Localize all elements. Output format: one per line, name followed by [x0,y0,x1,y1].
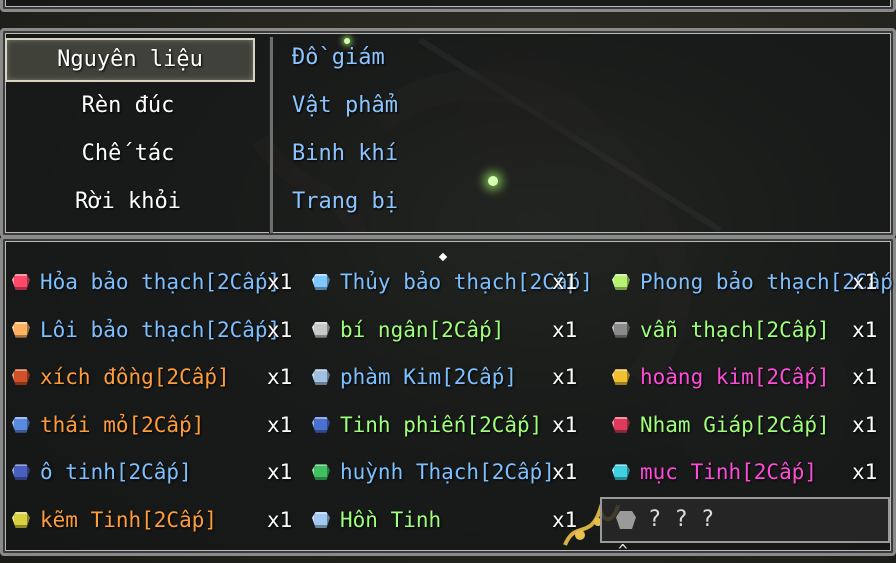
gem-icon [312,321,330,338]
command-label: Nguyên liệu [57,47,203,72]
item-entry[interactable]: mục Tinh[2Cấp] x1 [612,452,896,492]
item-name: phàm Kim[2Cấp] [340,365,518,390]
item-quantity: x1 [267,460,293,485]
item-name: Hỏa bảo thạch[2Cấp] [40,270,281,294]
item-entry[interactable]: thái mỏ[2Cấp] x1 [12,405,297,445]
light-spark [344,38,350,44]
item-name: vẫn thạch[2Cấp] [640,317,830,342]
item-name: kẽm Tinh[2Cấp] [40,508,218,532]
command-che-tac[interactable]: Chế tác [5,134,251,174]
gem-icon [612,464,630,481]
gem-icon [12,512,30,528]
gem-icon [12,464,30,481]
gem-icon [312,416,330,433]
chevron-up-icon[interactable]: ^ [618,541,628,560]
category-trang-bi[interactable]: Trang bị [292,182,398,222]
gem-icon [312,274,330,290]
item-entry[interactable]: Lôi bảo thạch[2Cấp] x1 [12,310,297,350]
gem-icon [312,369,330,386]
command-ren-duc[interactable]: Rèn đúc [5,86,251,126]
item-name: Lôi bảo thạch[2Cấp] [40,317,281,342]
item-name: bí ngân[2Cấp] [340,317,505,342]
item-quantity: x1 [852,317,878,342]
item-quantity: x1 [267,317,293,342]
item-name: mục Tinh[2Cấp] [640,460,818,485]
command-label: Rèn đúc [81,93,175,118]
category-do-giam[interactable]: Đồ giám [292,38,385,78]
item-preview-box: ? ? ? [600,497,890,543]
item-quantity: x1 [852,365,878,390]
item-quantity: x1 [267,412,293,437]
command-divider [269,37,273,233]
command-roi-khoi[interactable]: Rời khỏi [5,182,251,222]
item-entry[interactable]: Tinh phiến[2Cấp] x1 [312,405,597,445]
gem-icon [612,274,630,290]
item-quantity: x1 [852,270,878,294]
item-entry[interactable]: hoàng kim[2Cấp] x1 [612,357,896,397]
item-quantity: x1 [552,365,578,390]
item-quantity: x1 [267,508,293,532]
item-entry[interactable]: Phong bảo thạch[2Cấp] x1 [612,262,896,302]
item-entry[interactable]: kẽm Tinh[2Cấp] x1 [12,500,297,540]
item-quantity: x1 [552,460,578,485]
item-entry[interactable]: phàm Kim[2Cấp] x1 [312,357,597,397]
item-name: Tinh phiến[2Cấp] [340,412,543,437]
gem-icon [12,321,30,338]
item-entry[interactable]: huỳnh Thạch[2Cấp] x1 [312,452,597,492]
gem-icon [312,512,330,528]
category-binh-khi[interactable]: Binh khí [292,134,398,174]
command-nguyen-lieu[interactable]: Nguyên liệu [5,38,255,82]
item-quantity: x1 [552,270,578,294]
item-name: xích đồng[2Cấp] [40,365,230,390]
item-name: thái mỏ[2Cấp] [40,412,205,437]
item-entry[interactable]: Hồn Tinh x1 [312,500,597,540]
gem-icon [12,416,30,433]
gem-icon [612,416,630,433]
unknown-gem-icon [616,511,636,529]
preview-text: ? ? ? [648,507,715,532]
item-entry[interactable]: ô tinh[2Cấp] x1 [12,452,297,492]
item-name: hoàng kim[2Cấp] [640,365,830,390]
item-entry[interactable]: vẫn thạch[2Cấp] x1 [612,310,896,350]
category-label: Đồ giám [292,45,385,70]
command-label: Chế tác [81,141,175,166]
item-quantity: x1 [552,317,578,342]
item-quantity: x1 [552,412,578,437]
category-label: Vật phẩm [292,93,398,118]
item-entry[interactable]: Thủy bảo thạch[2Cấp] x1 [312,262,597,302]
command-label: Rời khỏi [75,189,181,214]
category-vat-pham[interactable]: Vật phẩm [292,86,398,126]
category-label: Binh khí [292,141,398,166]
item-name: ô tinh[2Cấp] [40,460,192,485]
item-entry[interactable]: xích đồng[2Cấp] x1 [12,357,297,397]
item-quantity: x1 [267,270,293,294]
item-quantity: x1 [267,365,293,390]
gem-icon [612,321,630,338]
gem-icon [12,369,30,386]
gem-icon [612,369,630,386]
item-entry[interactable]: bí ngân[2Cấp] x1 [312,310,597,350]
top-window-edge [0,0,896,12]
item-entry[interactable]: Hỏa bảo thạch[2Cấp] x1 [12,262,297,302]
item-quantity: x1 [852,460,878,485]
light-spark [488,176,498,186]
gem-icon [312,464,330,481]
item-name: Hồn Tinh [340,508,442,532]
gem-icon [12,274,30,290]
category-label: Trang bị [292,189,398,214]
item-name: Nham Giáp[2Cấp] [640,412,830,437]
item-name: huỳnh Thạch[2Cấp] [340,460,555,485]
item-quantity: x1 [852,412,878,437]
item-entry[interactable]: Nham Giáp[2Cấp] x1 [612,405,896,445]
